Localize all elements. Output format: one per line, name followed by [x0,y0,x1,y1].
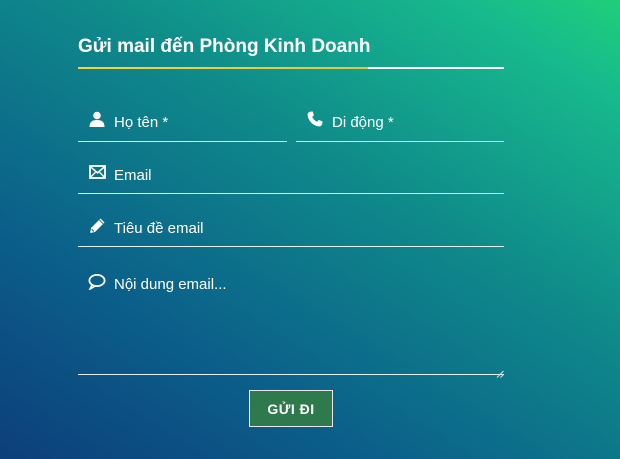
email-input[interactable] [114,164,500,188]
contact-form: Gửi mail đến Phòng Kinh Doanh Họ tên * D… [78,0,504,459]
pencil-icon [88,216,106,234]
phone-field [296,110,504,142]
title-underline [78,67,504,69]
speech-bubble-icon [88,273,106,291]
content-textarea[interactable] [114,275,500,371]
subject-field [78,216,504,247]
phone-input[interactable] [332,111,500,135]
resize-handle-icon[interactable] [496,365,504,378]
submit-button[interactable]: GỬI ĐI [249,390,333,427]
email-field [78,163,504,194]
subject-input[interactable] [114,217,500,241]
user-icon [88,110,106,128]
envelope-icon [88,163,106,181]
phone-icon [306,110,324,128]
content-field [78,270,504,378]
name-input[interactable] [114,111,283,135]
form-title: Gửi mail đến Phòng Kinh Doanh [78,36,371,57]
title-underline-accent [78,67,368,69]
name-field [78,110,287,142]
